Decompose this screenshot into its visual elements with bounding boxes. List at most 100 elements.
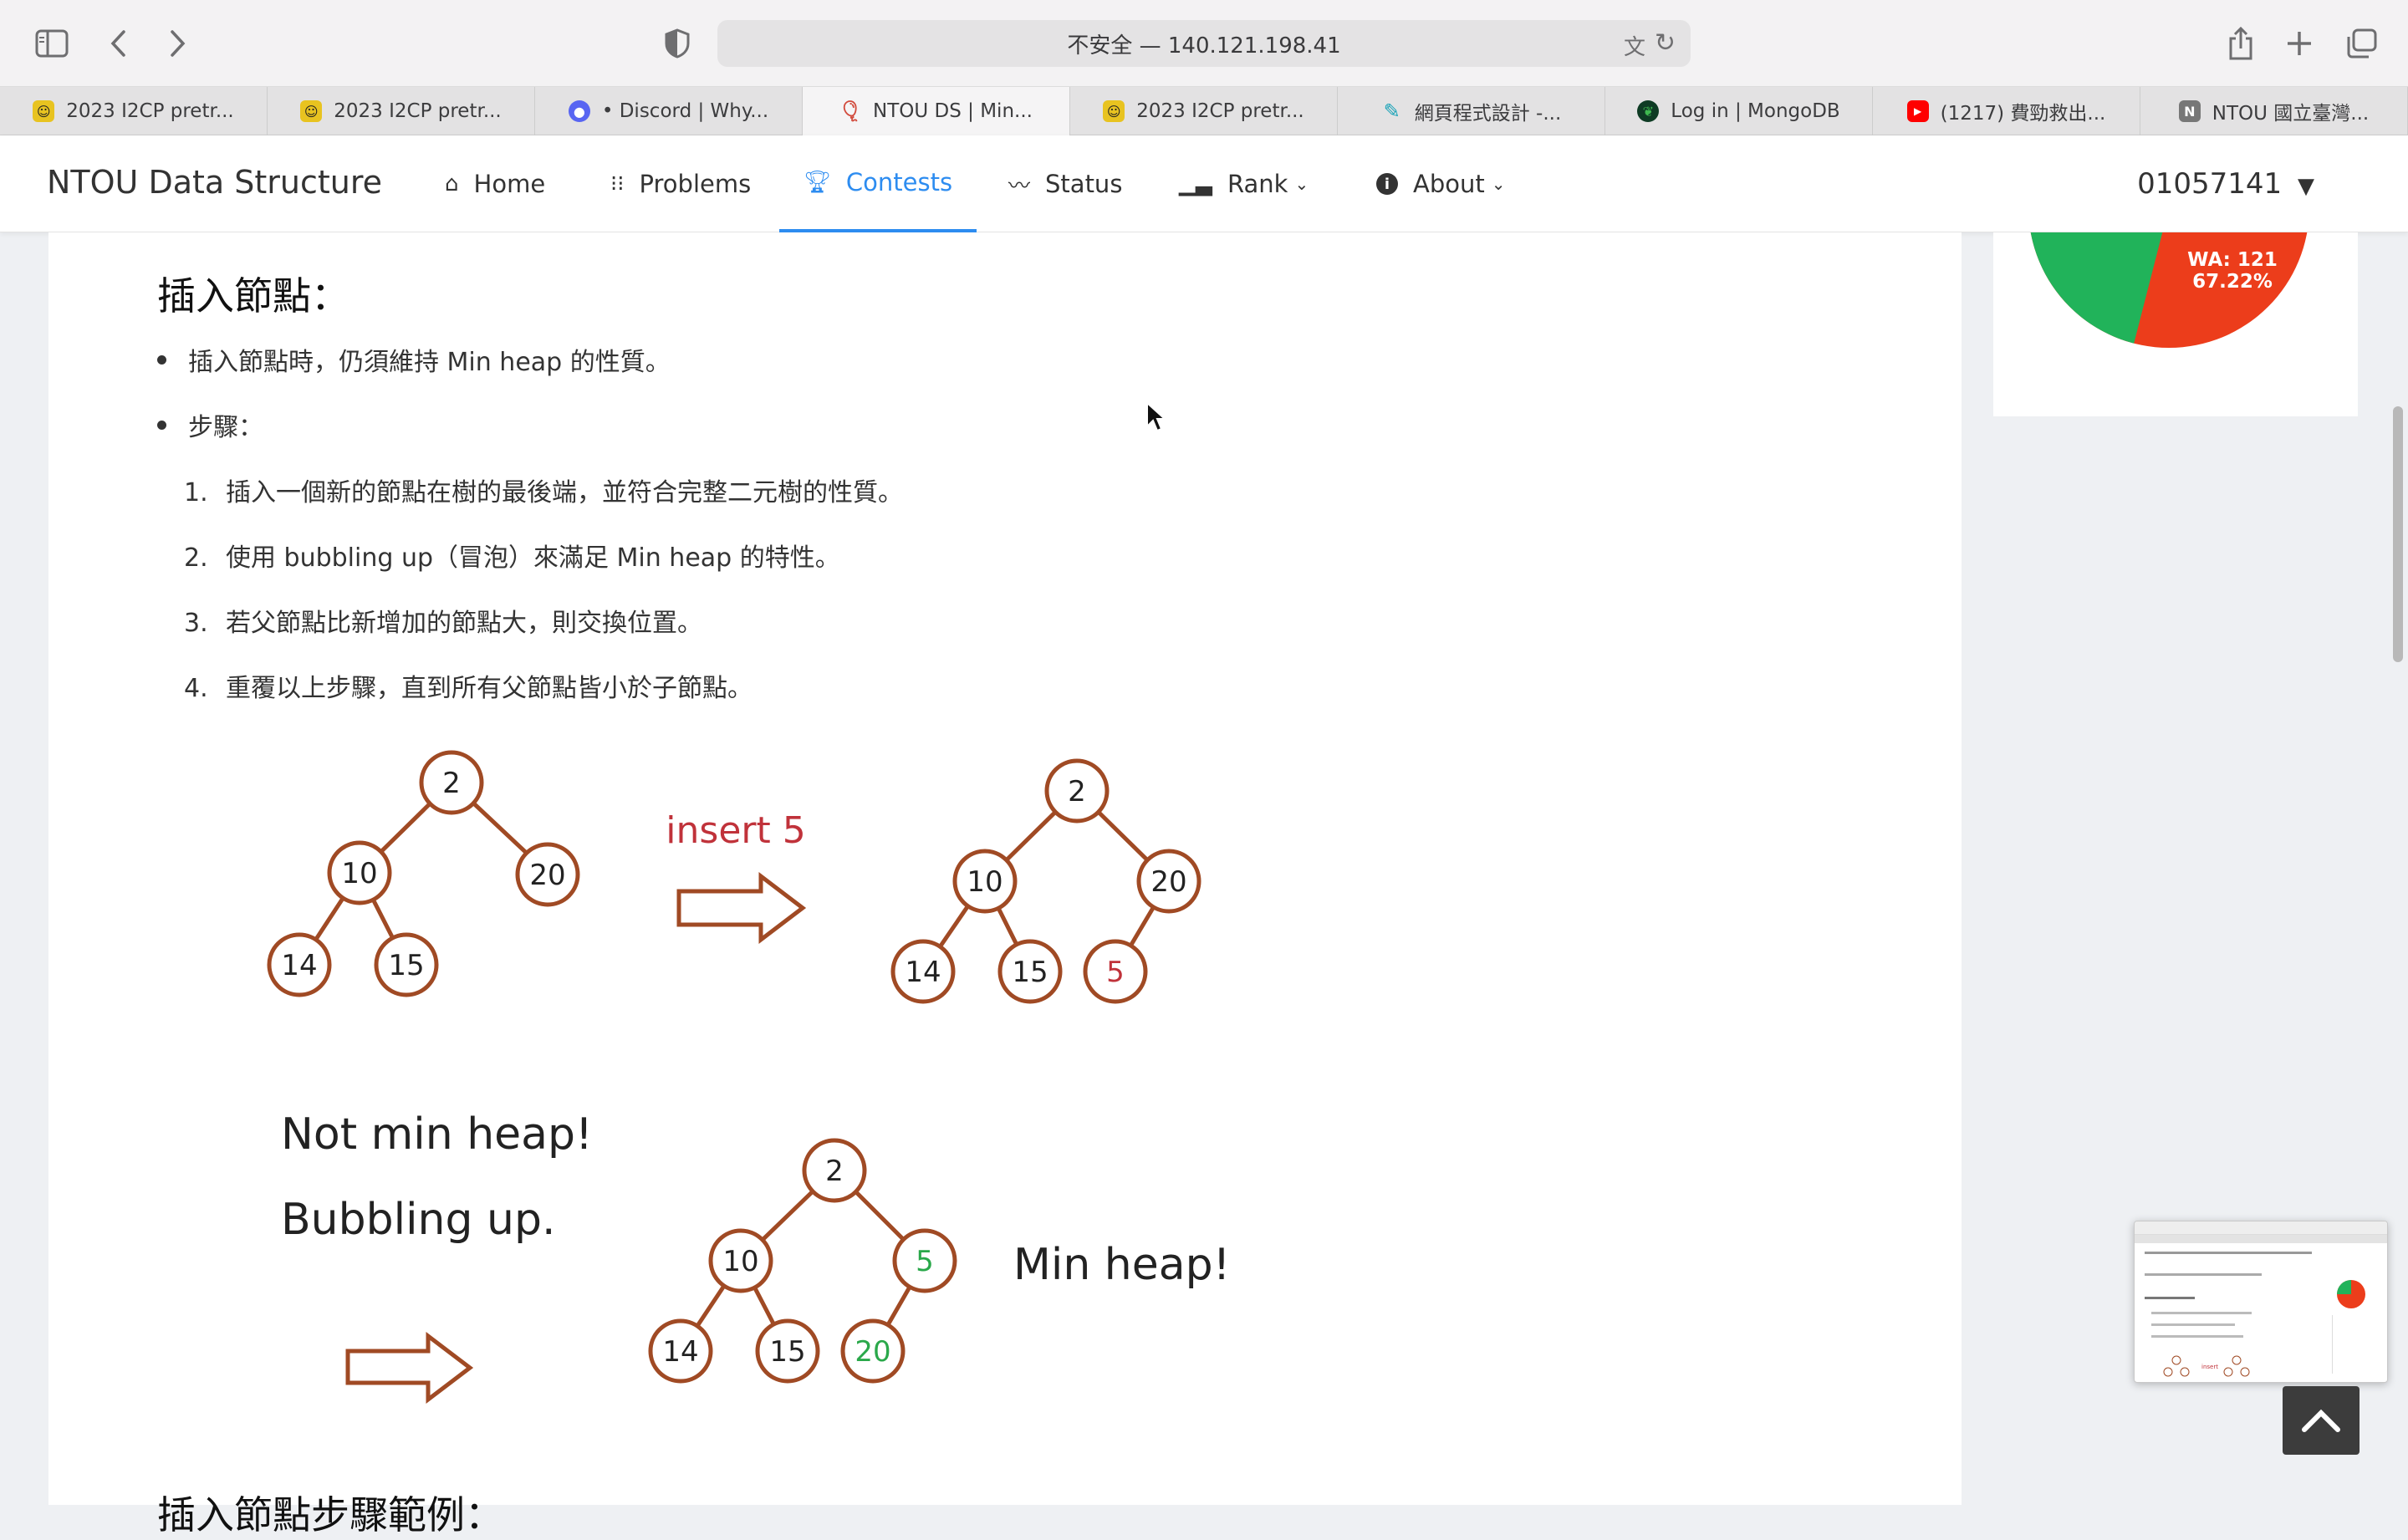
brush-icon: ✎	[1383, 99, 1400, 123]
mongodb-leaf-icon: ❦	[1637, 100, 1660, 122]
bullet-dot	[157, 354, 166, 365]
browser-tab[interactable]: N NTOU 國立臺灣...	[2140, 87, 2408, 135]
balloon-icon: 🎈︎	[837, 99, 864, 123]
section-title: 插入節點：	[157, 273, 349, 319]
step-item: 1. 插入一個新的節點在樹的最後端，並符合完整二元樹的性質。	[184, 472, 903, 508]
next-section-title: 插入節點步驟範例：	[157, 1492, 503, 1537]
smiley-icon: ☺	[33, 100, 55, 122]
nav-status[interactable]: 〰 Status	[1008, 135, 1122, 232]
youtube-icon: ▶	[1906, 100, 1929, 122]
pulse-icon: 〰	[1008, 173, 1031, 199]
tab-label: 網頁程式設計 -...	[1414, 103, 1562, 125]
url-text: 不安全 — 140.121.198.41	[1067, 33, 1341, 59]
reload-icon[interactable]: ↻	[1655, 28, 1676, 58]
bubbling-up-text: Bubbling up.	[281, 1195, 556, 1245]
node-label: 2	[442, 767, 461, 800]
browser-toolbar: 不安全 — 140.121.198.41 文 ↻	[0, 0, 2408, 87]
node-label: 2	[1068, 775, 1086, 808]
step-text: 使用 bubbling up（冒泡）來滿足 Min heap 的特性。	[226, 543, 840, 573]
trophy-icon: 🏆︎	[803, 170, 831, 195]
nav-label: About	[1413, 170, 1485, 198]
node-label: 20	[1150, 865, 1186, 899]
browser-tab[interactable]: ☺ 2023 I2CP pretr...	[0, 87, 268, 135]
tab-overview-icon[interactable]	[2339, 22, 2383, 65]
bar-chart-icon: ▁▃	[1179, 171, 1212, 196]
share-icon[interactable]	[2219, 22, 2263, 65]
nav-about[interactable]: i About ⌄	[1376, 135, 1506, 232]
tab-label: 2023 I2CP pretr...	[1136, 100, 1304, 122]
back-icon[interactable]	[97, 22, 140, 65]
bubbling-figure: Not min heap! Bubbling up. 2 10 5 14 15 …	[251, 1104, 1254, 1421]
nav-label: Problems	[639, 170, 752, 198]
browser-tab[interactable]: ✎ 網頁程式設計 -...	[1338, 87, 1605, 135]
site-navbar: NTOU Data Structure ⌂ Home ⁝⁝ Problems 🏆︎ C…	[0, 135, 2408, 232]
nav-label: Status	[1045, 170, 1123, 198]
node-label: 10	[967, 865, 1002, 899]
nav-contests[interactable]: 🏆︎ Contests	[779, 135, 977, 232]
info-icon: i	[1376, 173, 1398, 195]
not-min-heap-text: Not min heap!	[281, 1109, 593, 1160]
node-label: 10	[341, 857, 377, 890]
step-number: 3.	[184, 609, 208, 638]
result-pie-chart: WA: 121 67.22%	[2030, 232, 2308, 348]
grid-icon: ⁝⁝	[610, 171, 625, 196]
bullet-text: 插入節點時，仍須維持 Min heap 的性質。	[188, 348, 671, 377]
nav-home[interactable]: ⌂ Home	[445, 135, 545, 232]
new-tab-icon[interactable]	[2278, 22, 2321, 65]
bullet-item: 步驟：	[157, 406, 263, 443]
back-to-top-button[interactable]	[2283, 1386, 2360, 1455]
tab-label: (1217) 費勁救出...	[1940, 103, 2106, 125]
nav-problems[interactable]: ⁝⁝ Problems	[610, 135, 751, 232]
smiley-icon: ☺	[300, 100, 323, 122]
step-item: 3. 若父節點比新增加的節點大，則交換位置。	[184, 602, 702, 639]
step-text: 插入一個新的節點在樹的最後端，並符合完整二元樹的性質。	[226, 478, 903, 507]
screenshot-thumbnail[interactable]: insert	[2134, 1221, 2388, 1383]
tab-label: • Discord | Why...	[601, 100, 769, 122]
node-label-swapped: 5	[916, 1245, 934, 1278]
tab-label: 2023 I2CP pretr...	[66, 100, 234, 122]
tab-label: 2023 I2CP pretr...	[334, 100, 502, 122]
node-label: 2	[825, 1155, 844, 1188]
browser-tab[interactable]: ● • Discord | Why...	[535, 87, 803, 135]
step-number: 4.	[184, 674, 208, 703]
insert-figure: 2 10 20 14 15 2 10 20 14 15 5 insert 5	[251, 736, 1254, 1020]
address-bar[interactable]: 不安全 — 140.121.198.41 文 ↻	[717, 20, 1691, 67]
site-brand[interactable]: NTOU Data Structure	[47, 164, 382, 201]
min-heap-text: Min heap!	[1013, 1240, 1230, 1290]
nav-label: Home	[473, 170, 546, 198]
page-scrollbar[interactable]	[2393, 406, 2403, 662]
node-label-swapped: 20	[855, 1335, 890, 1369]
tab-label: NTOU DS | Min...	[873, 100, 1033, 122]
node-label-new: 5	[1106, 956, 1125, 989]
privacy-shield-icon[interactable]	[656, 22, 699, 65]
user-menu[interactable]: 01057141 ▼	[2137, 167, 2314, 201]
result-pie-card: WA: 121 67.22%	[1993, 232, 2358, 416]
chevron-down-icon: ⌄	[1491, 174, 1506, 194]
right-arrow-icon	[676, 871, 807, 945]
bullet-item: 插入節點時，仍須維持 Min heap 的性質。	[157, 341, 671, 378]
user-id: 01057141	[2137, 167, 2283, 201]
step-number: 2.	[184, 543, 208, 573]
node-label: 14	[281, 949, 317, 982]
browser-tab[interactable]: ☺ 2023 I2CP pretr...	[1070, 87, 1338, 135]
bullet-text: 步驟：	[188, 413, 263, 442]
chevron-up-icon	[2302, 1409, 2340, 1432]
tab-label: Log in | MongoDB	[1671, 100, 1840, 122]
browser-tab[interactable]: ▶ (1217) 費勁救出...	[1873, 87, 2140, 135]
step-text: 若父節點比新增加的節點大，則交換位置。	[226, 609, 702, 638]
caret-down-icon: ▼	[2298, 174, 2314, 199]
node-label: 15	[1012, 956, 1048, 989]
mouse-cursor-icon	[1146, 401, 1167, 432]
browser-tab-active[interactable]: 🎈︎ NTOU DS | Min...	[803, 87, 1070, 135]
node-label: 14	[905, 956, 941, 989]
insert-label: insert 5	[666, 809, 805, 852]
browser-tab[interactable]: ❦ Log in | MongoDB	[1605, 87, 1873, 135]
step-text: 重覆以上步驟，直到所有父節點皆小於子節點。	[226, 674, 752, 703]
pie-percent: 67.22%	[2192, 271, 2273, 293]
browser-tab[interactable]: ☺ 2023 I2CP pretr...	[268, 87, 535, 135]
nav-rank[interactable]: ▁▃ Rank ⌄	[1179, 135, 1309, 232]
notion-icon: N	[2178, 100, 2201, 122]
sidebar-toggle-icon[interactable]	[30, 22, 74, 65]
forward-icon[interactable]	[156, 22, 199, 65]
translate-icon[interactable]: 文	[1624, 30, 1645, 61]
